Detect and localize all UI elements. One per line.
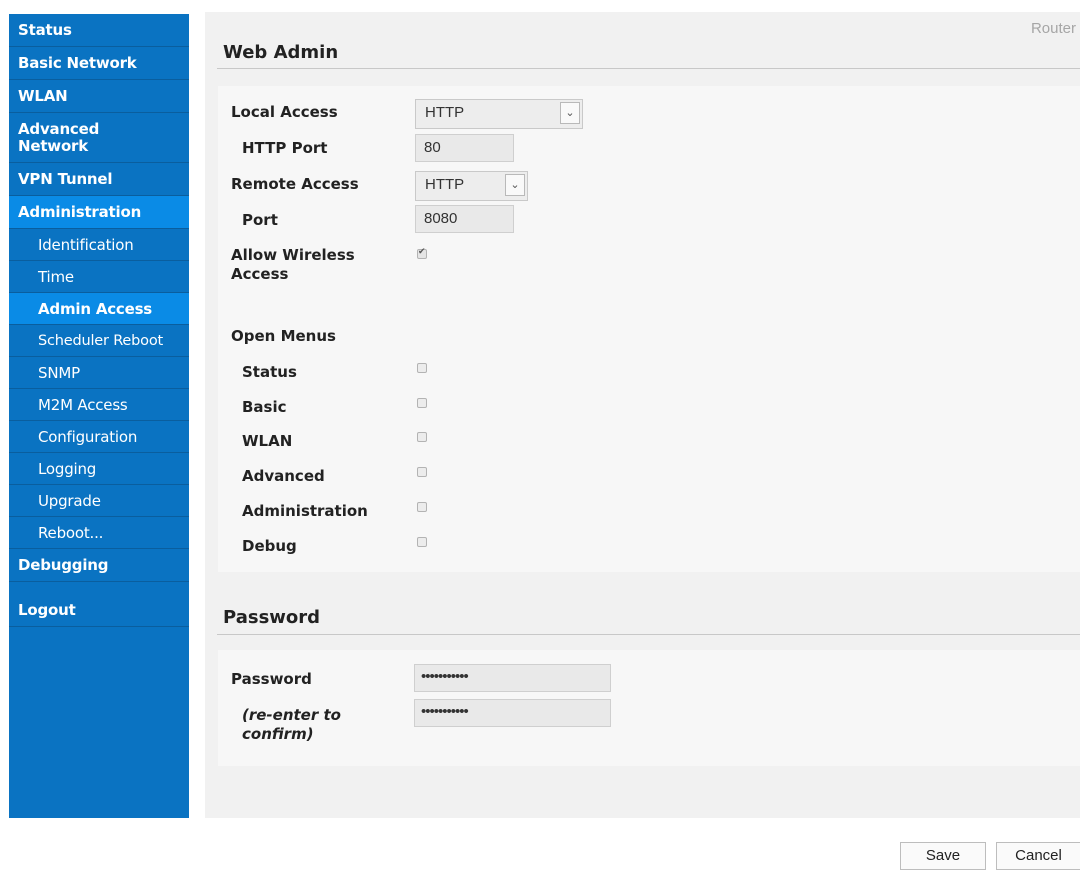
menu-wlan-label: WLAN xyxy=(242,432,293,450)
sidebar-item-debugging[interactable]: Debugging xyxy=(9,549,189,582)
port-label: Port xyxy=(242,211,278,229)
menu-status-checkbox[interactable] xyxy=(417,363,427,373)
menu-status-label: Status xyxy=(242,363,297,381)
local-access-value: HTTP xyxy=(425,104,465,121)
password-title: Password xyxy=(223,607,321,628)
sidebar-item-logout[interactable]: Logout xyxy=(9,594,189,627)
menu-debug-label: Debug xyxy=(242,537,297,555)
port-field[interactable]: 8080 xyxy=(415,205,514,233)
sidebar-subitem-scheduler-reboot[interactable]: Scheduler Reboot xyxy=(9,325,189,357)
sidebar-subitem-identification[interactable]: Identification xyxy=(9,229,189,261)
chevron-down-icon: ⌄ xyxy=(560,102,580,124)
allow-wireless-label: Allow Wireless Access xyxy=(231,246,355,283)
sidebar-nav: Status Basic Network WLAN Advanced Netwo… xyxy=(9,14,189,818)
open-menus-label: Open Menus xyxy=(231,327,336,345)
sidebar-item-administration[interactable]: Administration xyxy=(9,196,189,229)
remote-access-label: Remote Access xyxy=(231,175,359,193)
menu-administration-checkbox[interactable] xyxy=(417,502,427,512)
sidebar-item-advanced-network[interactable]: Advanced Network xyxy=(9,113,189,163)
menu-advanced-label: Advanced xyxy=(242,467,325,485)
sidebar-subitem-admin-access[interactable]: Admin Access xyxy=(9,293,189,325)
menu-basic-checkbox[interactable] xyxy=(417,398,427,408)
web-admin-panel: Local Access HTTP ⌄ HTTP Port 80 Remote … xyxy=(218,86,1080,572)
sidebar-item-wlan[interactable]: WLAN xyxy=(9,80,189,113)
local-access-label: Local Access xyxy=(231,103,338,121)
password-panel: Password ••••••••••• (re-enter to confir… xyxy=(218,650,1080,766)
sidebar-subitem-time[interactable]: Time xyxy=(9,261,189,293)
local-access-select[interactable]: HTTP ⌄ xyxy=(415,99,583,129)
chevron-down-icon: ⌄ xyxy=(505,174,525,196)
menu-basic-label: Basic xyxy=(242,398,287,416)
cancel-button[interactable]: Cancel xyxy=(996,842,1080,870)
router-label: Router xyxy=(1030,20,1076,37)
sidebar-item-basic-network[interactable]: Basic Network xyxy=(9,47,189,80)
web-admin-title: Web Admin xyxy=(223,42,339,63)
http-port-field[interactable]: 80 xyxy=(415,134,514,162)
confirm-password-label: (re-enter to confirm) xyxy=(242,706,341,743)
save-button[interactable]: Save xyxy=(900,842,986,870)
password-divider xyxy=(217,634,1080,635)
menu-administration-label: Administration xyxy=(242,502,368,520)
password-label: Password xyxy=(231,670,312,688)
main-content: Router Web Admin Local Access HTTP ⌄ HTT… xyxy=(205,12,1080,818)
menu-wlan-checkbox[interactable] xyxy=(417,432,427,442)
remote-access-value: HTTP xyxy=(425,176,465,193)
sidebar-subitem-configuration[interactable]: Configuration xyxy=(9,421,189,453)
sidebar-subitem-reboot[interactable]: Reboot... xyxy=(9,517,189,549)
sidebar-item-vpn-tunnel[interactable]: VPN Tunnel xyxy=(9,163,189,196)
sidebar-subitem-snmp[interactable]: SNMP xyxy=(9,357,189,389)
remote-access-select[interactable]: HTTP ⌄ xyxy=(415,171,528,201)
menu-advanced-checkbox[interactable] xyxy=(417,467,427,477)
confirm-password-field[interactable]: ••••••••••• xyxy=(414,699,611,727)
password-field[interactable]: ••••••••••• xyxy=(414,664,611,692)
web-admin-divider xyxy=(217,68,1080,69)
sidebar-subitem-logging[interactable]: Logging xyxy=(9,453,189,485)
http-port-label: HTTP Port xyxy=(242,139,328,157)
sidebar-subitem-upgrade[interactable]: Upgrade xyxy=(9,485,189,517)
sidebar-subitem-m2m-access[interactable]: M2M Access xyxy=(9,389,189,421)
sidebar-item-status[interactable]: Status xyxy=(9,14,189,47)
allow-wireless-checkbox[interactable] xyxy=(417,246,427,259)
menu-debug-checkbox[interactable] xyxy=(417,537,427,547)
